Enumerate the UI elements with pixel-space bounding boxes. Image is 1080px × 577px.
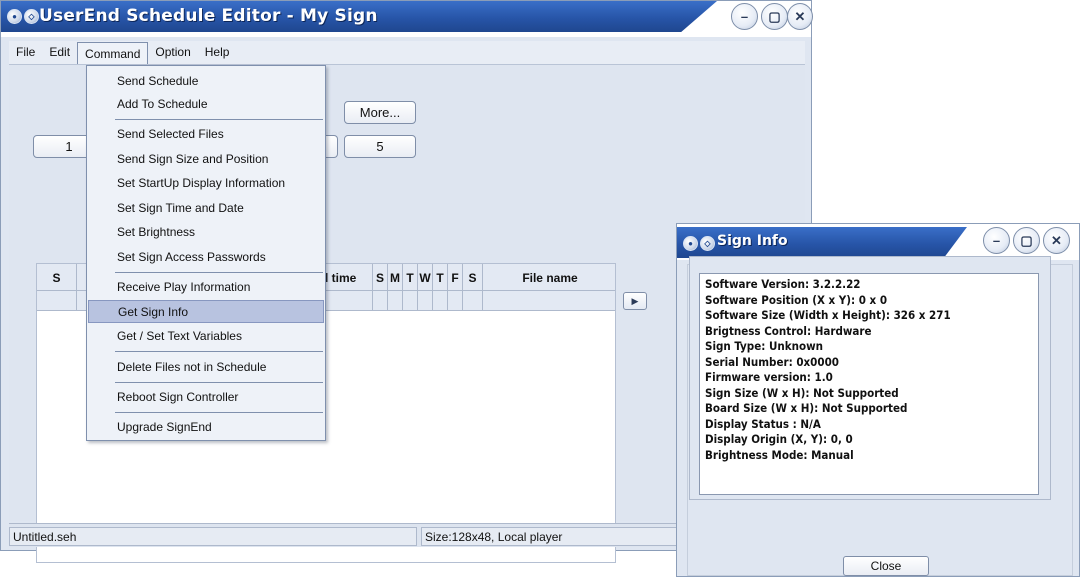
menu-item-send-schedule[interactable]: Send Schedule xyxy=(88,70,324,93)
menu-separator xyxy=(115,351,323,352)
column-header[interactable]: F xyxy=(448,264,463,291)
sign-info-window: ● ◇ Sign Info – ▢ ✕ Software Version: 3.… xyxy=(676,223,1080,577)
column-header[interactable]: l time xyxy=(325,264,373,291)
menu-item-upgrade[interactable]: Upgrade SignEnd xyxy=(88,416,324,439)
menu-item-text-variables[interactable]: Get / Set Text Variables xyxy=(88,325,324,348)
info-line: Sign Type: Unknown xyxy=(705,339,824,353)
menu-item-add-to-schedule[interactable]: Add To Schedule xyxy=(88,93,324,116)
menu-file[interactable]: File xyxy=(9,41,42,64)
status-size: Size:128x48, Local player xyxy=(421,527,681,546)
minimize-icon[interactable]: – xyxy=(983,227,1010,254)
menu-option[interactable]: Option xyxy=(148,41,197,64)
info-line: Software Size (Width x Height): 326 x 27… xyxy=(705,308,951,322)
menu-bar: File Edit Command Option Help xyxy=(9,41,805,65)
maximize-icon[interactable]: ▢ xyxy=(1013,227,1040,254)
menu-separator xyxy=(115,119,323,120)
sign-info-title: Sign Info xyxy=(717,233,788,249)
minimize-icon[interactable]: – xyxy=(731,3,758,30)
menu-item-startup-display[interactable]: Set StartUp Display Information xyxy=(88,172,324,195)
menu-item-time-date[interactable]: Set Sign Time and Date xyxy=(88,197,324,220)
info-line: Software Position (X x Y): 0 x 0 xyxy=(705,292,888,307)
menu-separator xyxy=(115,272,323,273)
info-line: Software Version: 3.2.2.22 xyxy=(705,277,861,291)
info-line: Board Size (W x H): Not Supported xyxy=(705,401,908,415)
title-bar[interactable]: ● ◇ UserEnd Schedule Editor - My Sign – … xyxy=(1,1,813,37)
column-header[interactable]: T xyxy=(433,264,448,291)
column-header[interactable]: S xyxy=(463,264,483,291)
menu-item-brightness[interactable]: Set Brightness xyxy=(88,221,324,244)
more-button[interactable]: More... xyxy=(344,101,416,124)
window-title: UserEnd Schedule Editor - My Sign xyxy=(39,6,378,26)
column-header[interactable]: M xyxy=(388,264,403,291)
column-header[interactable]: File name xyxy=(483,264,617,291)
menu-command[interactable]: Command xyxy=(77,42,149,64)
column-header[interactable]: S xyxy=(37,264,77,291)
info-line: Sign Size (W x H): Not Supported xyxy=(705,385,899,400)
system-menu-icon[interactable]: ● xyxy=(7,9,22,24)
column-header[interactable]: S xyxy=(373,264,388,291)
info-line: Firmware version: 1.0 xyxy=(705,370,833,384)
menu-item-get-sign-info[interactable]: Get Sign Info xyxy=(88,300,324,323)
maximize-icon[interactable]: ▢ xyxy=(761,3,788,30)
sign-info-title-bar[interactable]: ● ◇ Sign Info – ▢ ✕ xyxy=(677,224,1079,260)
info-line: Display Origin (X, Y): 0, 0 xyxy=(705,432,853,446)
close-icon[interactable]: ✕ xyxy=(1043,227,1070,254)
menu-item-reboot[interactable]: Reboot Sign Controller xyxy=(88,386,324,409)
column-header[interactable]: T xyxy=(403,264,418,291)
menu-item-send-sign-size[interactable]: Send Sign Size and Position xyxy=(88,148,324,171)
menu-item-send-selected-files[interactable]: Send Selected Files xyxy=(88,123,324,146)
system-menu-icon[interactable]: ● xyxy=(683,236,698,251)
info-line: Serial Number: 0x0000 xyxy=(705,354,839,369)
menu-separator xyxy=(115,412,323,413)
info-line: Brigtness Control: Hardware xyxy=(705,323,872,338)
sign-info-text: Software Version: 3.2.2.22 Software Posi… xyxy=(699,273,1039,495)
menu-edit[interactable]: Edit xyxy=(42,41,77,64)
menu-item-receive-play-info[interactable]: Receive Play Information xyxy=(88,276,324,299)
info-line: Brightness Mode: Manual xyxy=(705,447,854,462)
info-line: Display Status : N/A xyxy=(705,416,821,431)
menu-item-delete-files[interactable]: Delete Files not in Schedule xyxy=(88,356,324,379)
close-icon[interactable]: ✕ xyxy=(787,3,813,30)
close-button[interactable]: Close xyxy=(843,556,929,576)
play-arrow-icon[interactable]: ▶ xyxy=(623,292,647,310)
menu-help[interactable]: Help xyxy=(198,41,237,64)
status-file: Untitled.seh xyxy=(9,527,417,546)
rollup-icon[interactable]: ◇ xyxy=(700,236,715,251)
slot-5-button[interactable]: 5 xyxy=(344,135,416,158)
rollup-icon[interactable]: ◇ xyxy=(24,9,39,24)
column-header[interactable]: W xyxy=(418,264,433,291)
menu-separator xyxy=(115,382,323,383)
menu-item-access-passwords[interactable]: Set Sign Access Passwords xyxy=(88,246,324,269)
command-menu: Send Schedule Add To Schedule Send Selec… xyxy=(86,65,326,441)
